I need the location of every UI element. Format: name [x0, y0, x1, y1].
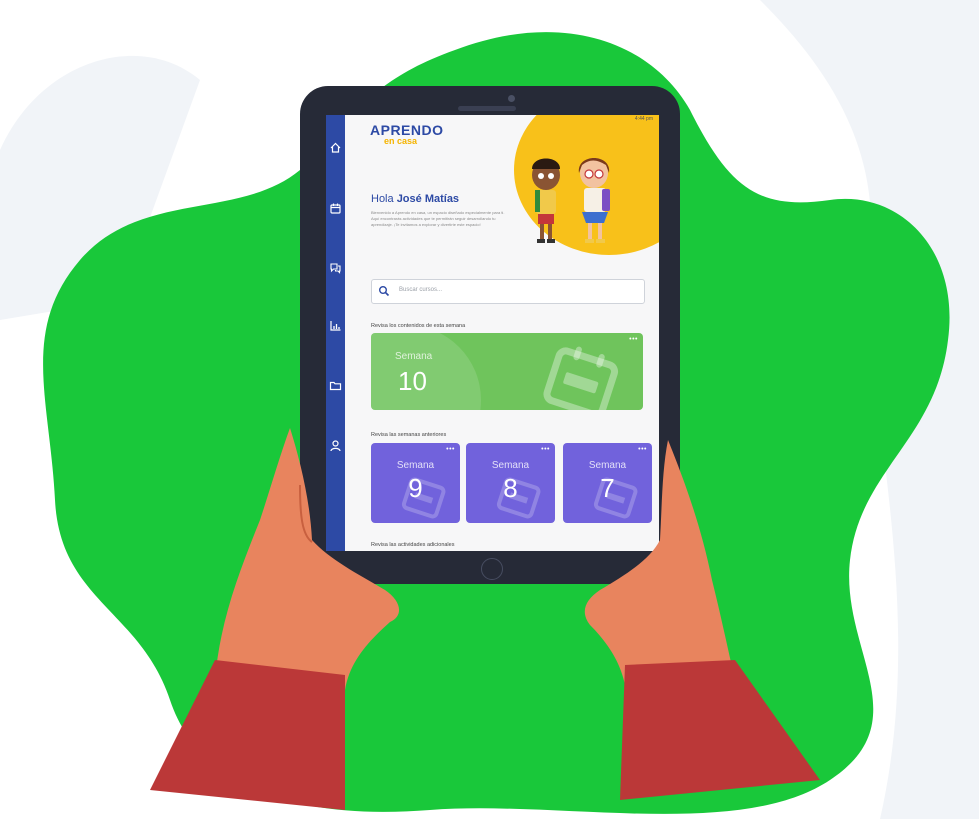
right-hand	[584, 440, 735, 685]
left-sleeve	[150, 660, 345, 810]
right-sleeve	[620, 660, 820, 800]
left-hand	[215, 428, 400, 690]
hands-illustration	[150, 428, 820, 810]
